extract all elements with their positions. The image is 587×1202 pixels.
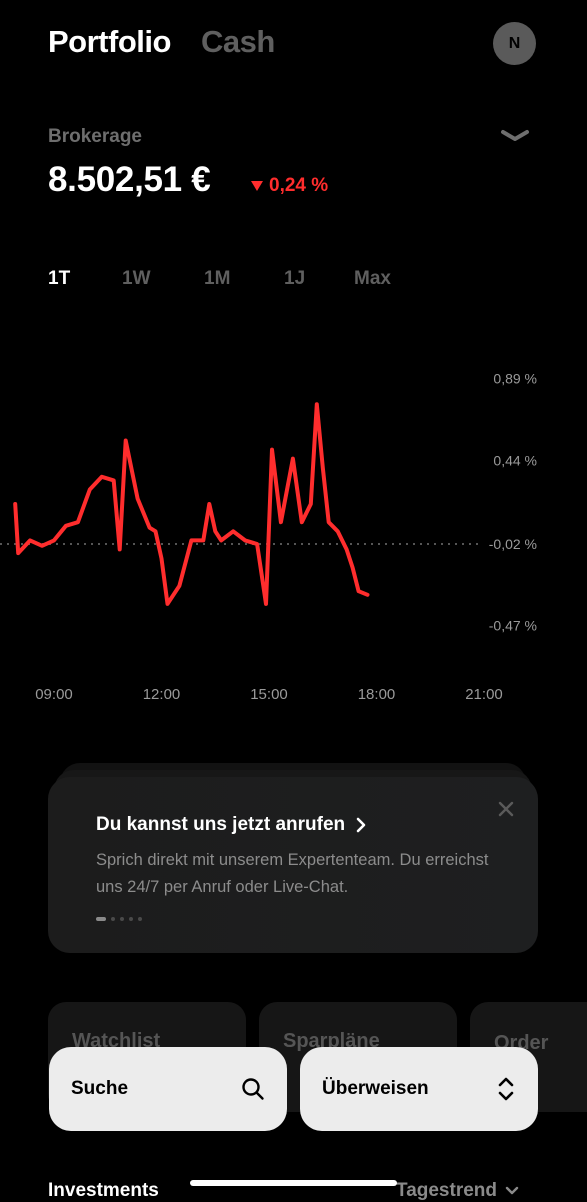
x-axis-tick-label: 21:00: [465, 686, 503, 703]
y-axis-tick-label: 0,44 %: [493, 452, 537, 468]
investments-heading: Investments: [48, 1180, 159, 1201]
carousel-dot: [111, 917, 115, 921]
y-axis-tick-label: -0,47 %: [489, 618, 537, 634]
x-axis-tick-label: 18:00: [358, 686, 396, 703]
range-1w[interactable]: 1W: [122, 268, 204, 290]
carousel-dot: [120, 917, 124, 921]
range-selector: 1T 1W 1M 1J Max: [48, 268, 391, 290]
range-max[interactable]: Max: [354, 268, 391, 290]
close-icon[interactable]: [496, 799, 516, 819]
search-button-label: Suche: [71, 1078, 129, 1099]
promo-card-text: Sprich direkt mit unserem Expertenteam. …: [96, 851, 489, 896]
carousel-dot: [129, 917, 133, 921]
trend-selector-label: Tagestrend: [396, 1180, 498, 1201]
y-axis-tick-label: 0,89 %: [493, 371, 537, 387]
search-button[interactable]: Suche: [49, 1047, 287, 1131]
search-icon: [242, 1078, 264, 1100]
x-axis-tick-label: 15:00: [250, 686, 288, 703]
promo-card[interactable]: Du kannst uns jetzt anrufen Sprich direk…: [48, 777, 538, 953]
home-indicator: [190, 1180, 397, 1186]
chevron-down-icon[interactable]: [500, 124, 530, 146]
down-triangle-icon: [251, 181, 263, 191]
chevron-down-icon: [505, 1186, 519, 1195]
transfer-button[interactable]: Überweisen: [300, 1047, 538, 1131]
series-line: [13, 402, 370, 606]
chevron-right-icon: [356, 817, 366, 833]
range-1j[interactable]: 1J: [284, 268, 354, 290]
promo-card-title[interactable]: Du kannst uns jetzt anrufen: [96, 814, 367, 836]
range-1t[interactable]: 1T: [48, 268, 122, 290]
chevron-up-down-icon: [498, 1077, 514, 1101]
page-title[interactable]: Portfolio: [48, 24, 171, 60]
y-axis-tick-label: -0,02 %: [489, 536, 537, 552]
tab-cash[interactable]: Cash: [201, 24, 275, 60]
performance-change-value: 0,24 %: [269, 175, 329, 196]
performance-change: 0,24 %: [251, 175, 328, 197]
x-axis-tick-label: 12:00: [143, 686, 181, 703]
portfolio-balance: 8.502,51 €: [48, 160, 211, 199]
carousel-dot: [138, 917, 142, 921]
avatar[interactable]: N: [493, 22, 536, 65]
account-label[interactable]: Brokerage: [48, 126, 142, 148]
x-axis-tick-label: 09:00: [35, 686, 73, 703]
range-1m[interactable]: 1M: [204, 268, 284, 290]
performance-chart[interactable]: 0,89 % 0,44 % -0,02 % -0,47 % 09:00 12:00 15:0…: [0, 360, 587, 710]
carousel-dot-active: [96, 917, 106, 921]
transfer-button-label: Überweisen: [322, 1078, 429, 1099]
carousel-indicator: [96, 917, 142, 921]
promo-card-title-text: Du kannst uns jetzt anrufen: [96, 814, 346, 835]
trend-selector[interactable]: Tagestrend: [396, 1180, 519, 1202]
